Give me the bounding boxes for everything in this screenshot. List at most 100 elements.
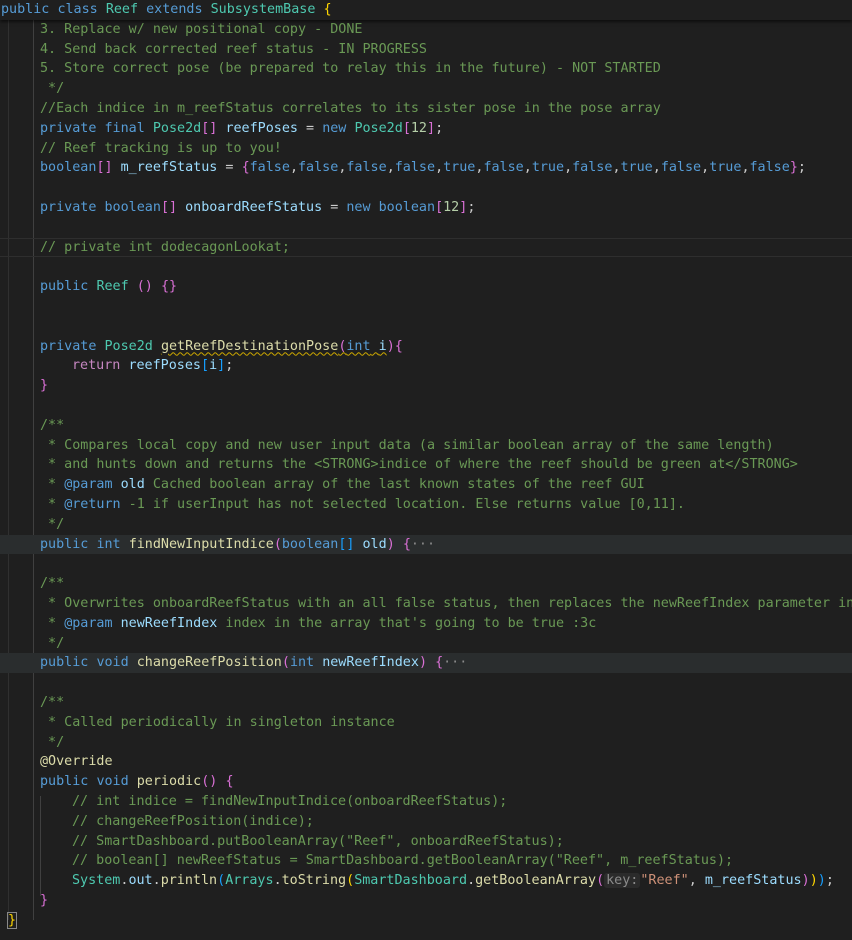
code-token: changeReefPosition [136,655,282,671]
code-token: , [523,160,532,176]
code-token: boolean [104,200,161,215]
code-line[interactable]: @Override [0,752,852,772]
code-line[interactable]: public void changeReefPosition(int newRe… [0,653,852,674]
code-token: public [40,279,89,295]
code-token: getBooleanArray [475,873,597,889]
code-line[interactable]: /** [0,693,852,713]
code-line[interactable]: * Compares local copy and new user input… [0,436,852,456]
code-line[interactable]: } [0,911,852,931]
code-token: [ [402,120,411,136]
code-token: false [749,160,790,176]
code-line[interactable]: private final Pose2d[] reefPoses = new P… [0,119,852,139]
code-token: extends [146,2,203,17]
code-token: i [378,338,387,354]
code-token: @param [64,477,113,493]
code-line[interactable]: // boolean[] newReefStatus = SmartDashbo… [0,851,852,871]
code-line[interactable] [0,178,852,198]
code-token: return [72,358,121,374]
code-line[interactable] [0,554,852,574]
code-line[interactable]: // SmartDashboard.putBooleanArray("Reef"… [0,832,852,852]
code-token: { [225,774,234,790]
code-token: * Compares local copy and new user input… [40,437,774,453]
code-line[interactable]: 5. Store correct pose (be prepared to re… [0,59,852,79]
code-line[interactable]: private boolean[] onboardReefStatus = ne… [0,198,852,218]
code-line[interactable]: // Reef tracking is up to you! [0,139,852,159]
code-token: newReefIndex [322,655,419,671]
code-token: * and hunts down and returns the <STRONG… [40,457,798,473]
code-line[interactable]: */ [0,634,852,654]
code-token: boolean [281,536,339,552]
code-line[interactable]: // changeReefPosition(indice); [0,812,852,832]
code-line[interactable]: boolean[] m_reefStatus = {false,false,fa… [0,158,852,178]
code-line[interactable]: */ [0,515,852,535]
code-line[interactable] [0,673,852,693]
code-line[interactable]: * and hunts down and returns the <STRONG… [0,455,852,475]
code-token: [] [338,536,355,552]
code-line[interactable] [0,257,852,277]
code-token: reefPoses [128,358,201,374]
code-line[interactable]: System.out.println(Arrays.toString(Smart… [0,871,852,891]
code-token: // private int dodecagonLookat; [40,239,290,255]
code-token: System [72,873,121,889]
code-line[interactable] [0,218,852,238]
code-token: false [660,160,702,176]
code-line[interactable]: public int findNewInputIndice(boolean[] … [0,534,852,555]
sticky-scroll-line[interactable]: public class Reef extends SubsystemBase … [0,0,852,20]
code-line[interactable]: } [0,891,852,911]
code-token: newReefIndex [120,615,218,631]
code-editor[interactable]: public class Reef extends SubsystemBase … [0,0,852,940]
code-token: final [104,120,145,136]
code-line[interactable]: */ [0,733,852,753]
code-token: public [40,655,89,671]
code-token: /** [40,576,65,592]
code-line[interactable]: 3. Replace w/ new positional copy - DONE [0,20,852,40]
code-line[interactable]: * @param old Cached boolean array of the… [0,475,852,495]
code-token: { [241,160,250,176]
code-token: [] [201,120,218,136]
code-token: public [1,2,50,17]
code-token: 12 [410,120,427,136]
fold-ellipsis[interactable]: ··· [411,537,435,552]
code-line[interactable]: * @param newReefIndex index in the array… [0,614,852,634]
code-line[interactable]: private Pose2d getReefDestinationPose(in… [0,337,852,357]
code-token: { [323,2,332,17]
code-token: , [289,160,298,176]
code-line[interactable]: // private int dodecagonLookat; [0,237,852,258]
code-line[interactable]: /** [0,416,852,436]
code-line[interactable]: // int indice = findNewInputIndice(onboa… [0,792,852,812]
code-token: ( [346,873,355,889]
code-line[interactable]: */ [0,79,852,99]
code-line[interactable]: * @return -1 if userInput has not select… [0,495,852,515]
fold-ellipsis[interactable]: ··· [443,655,467,670]
code-line[interactable]: 4. Send back corrected reef status - IN … [0,40,852,60]
code-token: * Overwrites onboardReefStatus with an a… [40,596,852,611]
code-token: [ [435,200,444,215]
code-token: findNewInputIndice [128,536,274,552]
code-token: true [709,160,742,176]
code-token: } [40,378,49,394]
code-line[interactable] [0,297,852,317]
code-token: . [467,873,476,889]
code-line[interactable]: } [0,376,852,396]
code-line[interactable]: //Each indice in m_reefStatus correlates… [0,99,852,119]
code-line[interactable]: * Overwrites onboardReefStatus with an a… [0,594,852,614]
code-line[interactable]: public void periodic() { [0,772,852,792]
inlay-hint: key: [604,873,641,889]
code-line[interactable] [0,317,852,337]
code-token: */ [40,734,65,750]
code-token: ] [217,358,226,374]
code-token: false [483,160,524,176]
code-line[interactable]: * Called periodically in singleton insta… [0,713,852,733]
code-line[interactable]: /** [0,574,852,594]
code-line[interactable]: public Reef () {} [0,277,852,297]
code-line[interactable] [0,396,852,416]
code-token: false [394,160,436,176]
code-line[interactable]: return reefPoses[i]; [0,356,852,376]
